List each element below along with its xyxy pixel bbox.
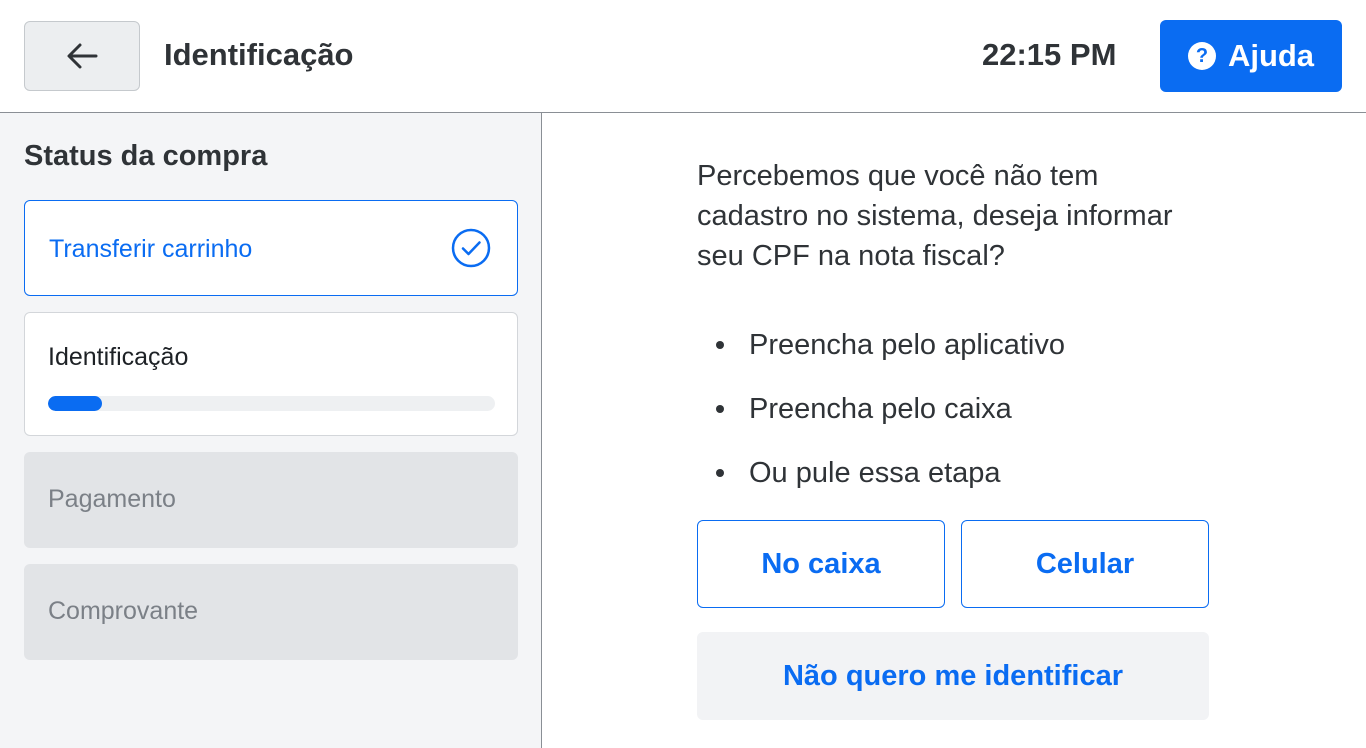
- cpf-question: Percebemos que você não tem cadastro no …: [697, 160, 1173, 272]
- step-payment: Pagamento: [24, 452, 518, 548]
- step-label: Transferir carrinho: [49, 235, 253, 263]
- identification-panel: Percebemos que você não tem cadastro no …: [542, 113, 1366, 748]
- help-button[interactable]: ? Ajuda: [1160, 20, 1342, 92]
- page-title: Identificação: [164, 37, 354, 72]
- option-text: Preencha pelo caixa: [749, 392, 1012, 425]
- celular-button[interactable]: Celular: [961, 520, 1209, 608]
- step-transfer-cart: Transferir carrinho: [24, 200, 518, 296]
- help-button-label: Ajuda: [1227, 38, 1315, 73]
- purchase-status-sidebar: Status da compra Transferir carrinho Ide…: [0, 113, 542, 748]
- no-caixa-button[interactable]: No caixa: [697, 520, 945, 608]
- progress-fill: [48, 396, 102, 411]
- identification-progress-bar: [48, 396, 495, 411]
- step-receipt: Comprovante: [24, 564, 518, 660]
- back-button[interactable]: [24, 21, 140, 91]
- arrow-left-icon: [67, 43, 98, 69]
- step-identification: Identificação: [24, 312, 518, 436]
- option-text: Ou pule essa etapa: [749, 456, 1001, 489]
- list-item: Preencha pelo caixa: [712, 377, 1065, 441]
- top-bar: Identificação 22:15 PM ? Ajuda: [0, 0, 1366, 113]
- bullet-icon: [716, 469, 724, 477]
- skip-identification-button[interactable]: Não quero me identificar: [697, 632, 1209, 720]
- step-label: Identificação: [48, 343, 189, 371]
- clock-time: 22:15 PM: [982, 37, 1117, 72]
- option-text: Preencha pelo aplicativo: [749, 328, 1065, 361]
- step-label: Comprovante: [48, 597, 199, 625]
- step-label: Pagamento: [48, 485, 176, 513]
- check-circle-icon: [451, 228, 491, 268]
- list-item: Preencha pelo aplicativo: [712, 313, 1065, 377]
- bullet-icon: [716, 341, 724, 349]
- sidebar-title: Status da compra: [24, 140, 268, 172]
- question-circle-icon: ?: [1187, 42, 1216, 70]
- bullet-icon: [716, 405, 724, 413]
- list-item: Ou pule essa etapa: [712, 441, 1065, 505]
- option-list: Preencha pelo aplicativo Preencha pelo c…: [712, 313, 1065, 505]
